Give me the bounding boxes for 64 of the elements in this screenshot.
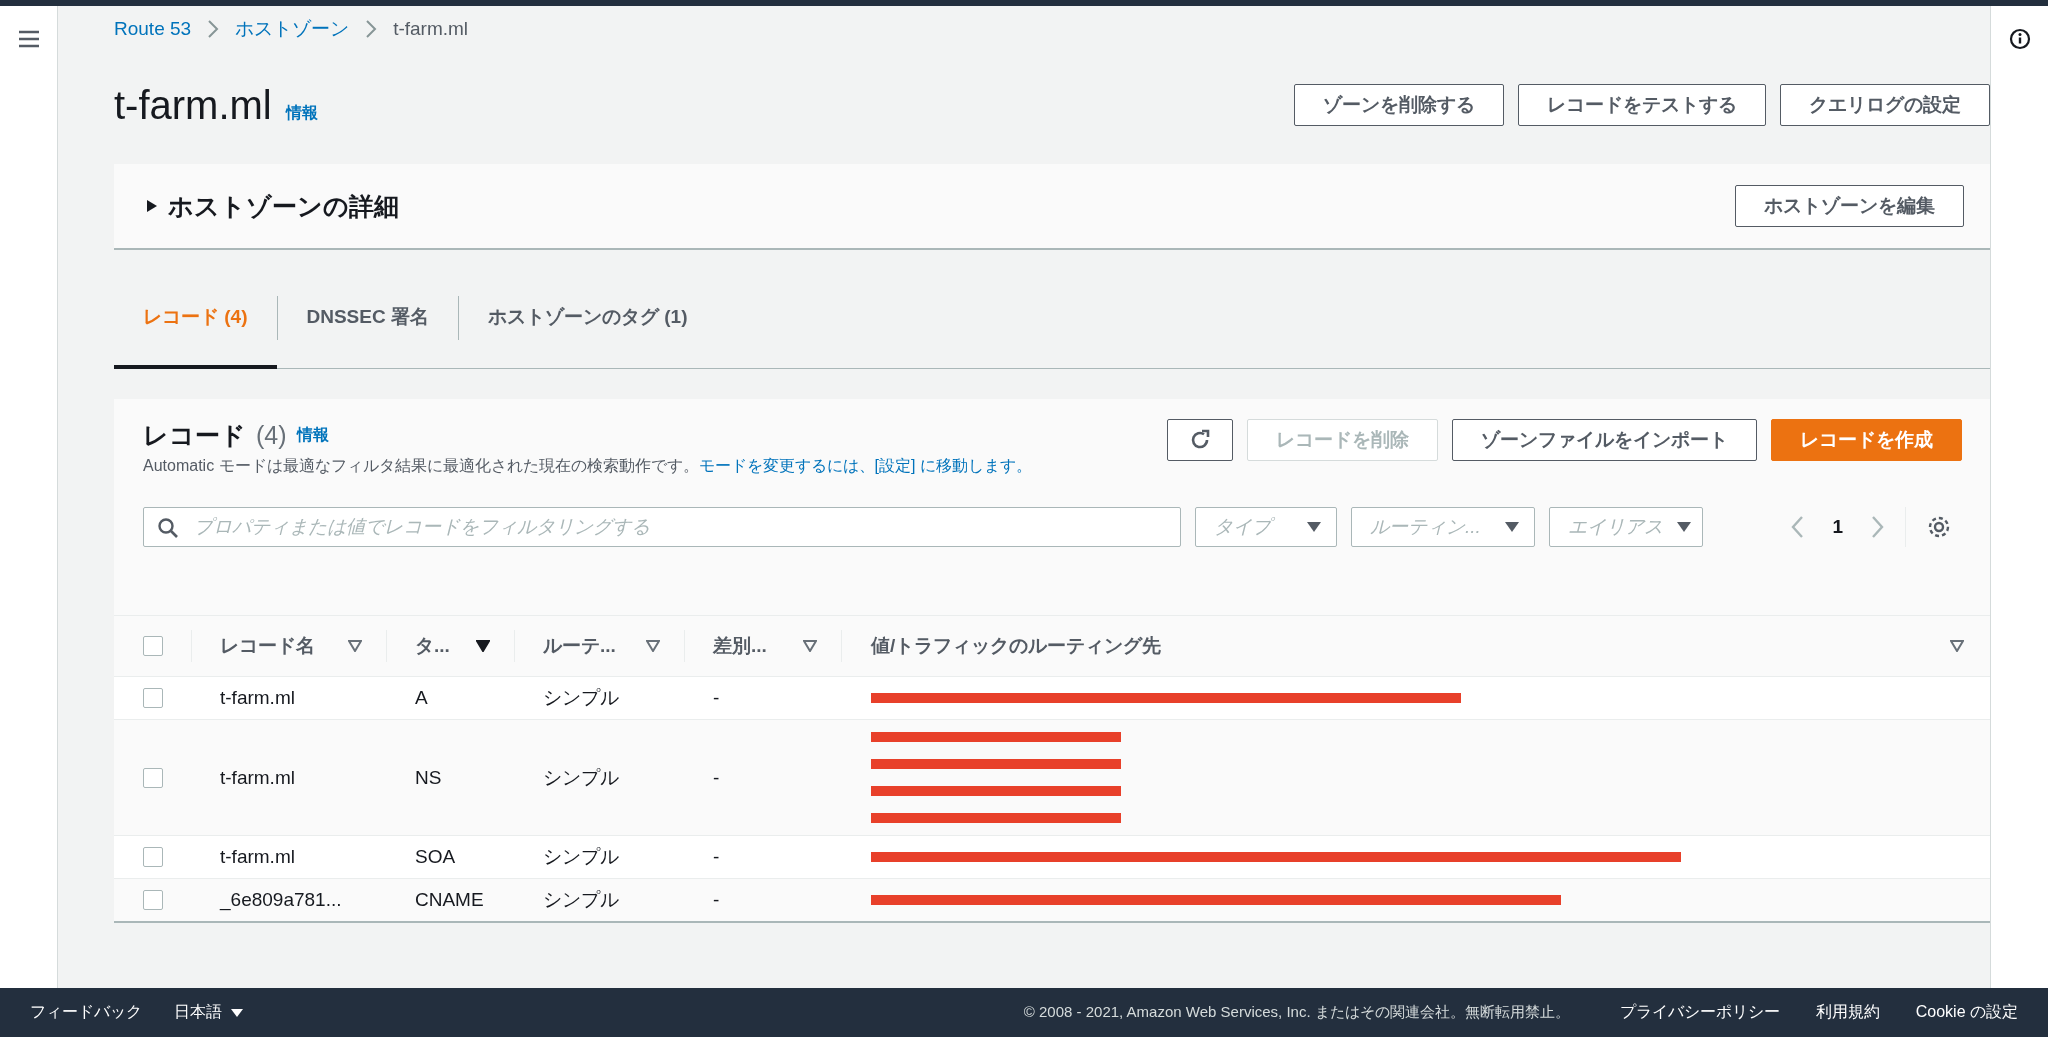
column-header[interactable]: 値/トラフィックのルーティング先	[871, 633, 1162, 659]
table-cell: -	[713, 846, 720, 868]
chevron-right-icon	[207, 19, 220, 39]
page-title: t-farm.ml	[114, 82, 272, 128]
column-header[interactable]: 差別...	[713, 633, 767, 659]
breadcrumb-item[interactable]: ホストゾーン	[235, 16, 350, 42]
table-cell-text: シンプル	[543, 686, 619, 710]
header-button[interactable]: ゾーンを削除する	[1294, 84, 1504, 126]
edit-zone-button[interactable]: ホストゾーンを編集	[1735, 185, 1964, 227]
description-text: Automatic モードは最適なフィルタ結果に最適化された現在の検索動作です。モードを変更するには、[設定] に移動します。	[143, 456, 1032, 476]
language-selector[interactable]: 日本語	[174, 1002, 244, 1023]
table-cell-text: シンプル	[543, 845, 619, 869]
action-button[interactable]: ゾーンファイルをインポート	[1452, 419, 1757, 461]
settings-link[interactable]: モードを変更するには、[設定] に移動します。	[698, 457, 1032, 474]
page-number[interactable]: 1	[1832, 516, 1843, 538]
table-cell: t-farm.ml	[220, 766, 295, 789]
table-cell-text: シンプル	[543, 888, 619, 912]
table-cell: CNAME	[415, 889, 484, 911]
chevron-right-icon	[365, 19, 378, 39]
records-title: レコード	[143, 420, 246, 451]
footer-link[interactable]: Cookie の設定	[1915, 1002, 2018, 1023]
table-cell: t-farm.ml	[220, 846, 295, 868]
search-field[interactable]: プロパティまたは値でレコードをフィルタリングする	[143, 507, 1181, 547]
table-cell-text: シンプル	[543, 765, 619, 790]
caret-right-icon[interactable]	[146, 199, 158, 213]
header-button[interactable]: クエリログの設定	[1780, 84, 1990, 126]
table-cell: _6e809a781...	[220, 889, 342, 911]
sort-icon[interactable]	[476, 640, 490, 652]
row-checkbox[interactable]	[143, 767, 163, 788]
caret-down-icon	[230, 1007, 244, 1018]
record-count: (4)	[256, 421, 287, 450]
column-header[interactable]: レコード名	[220, 633, 315, 659]
settings-icon[interactable]	[1926, 514, 1952, 540]
footer-link[interactable]: 利用規約	[1815, 1002, 1880, 1023]
feedback-link[interactable]: フィードバック	[30, 1002, 142, 1023]
column-header[interactable]: ルーテ...	[543, 633, 616, 659]
caret-down-icon	[1676, 521, 1692, 533]
caret-down-icon	[1306, 521, 1322, 533]
header-button[interactable]: レコードをテストする	[1518, 84, 1766, 126]
tab[interactable]: ホストゾーンのタグ (1)	[458, 268, 717, 369]
breadcrumb-item: t-farm.ml	[393, 18, 469, 40]
table-cell: A	[415, 687, 428, 709]
table-cell: t-farm.ml	[220, 687, 295, 709]
row-checkbox[interactable]	[143, 688, 163, 708]
details-title[interactable]: ホストゾーンの詳細	[168, 189, 399, 223]
info-icon[interactable]	[2008, 28, 2031, 50]
breadcrumb-item[interactable]: Route 53	[114, 18, 192, 40]
menu-icon[interactable]	[17, 30, 40, 48]
info-link[interactable]: 情報	[285, 103, 318, 124]
select-all-checkbox[interactable]	[143, 636, 163, 656]
column-header[interactable]: タ...	[415, 633, 450, 659]
info-link[interactable]: 情報	[296, 425, 329, 446]
table-cell: SOA	[415, 846, 456, 868]
caret-down-icon	[1504, 521, 1520, 533]
row-checkbox[interactable]	[143, 847, 163, 867]
table-cell: -	[713, 687, 720, 709]
table-cell: NS	[415, 766, 442, 789]
footer-link[interactable]: プライバシーポリシー	[1619, 1002, 1780, 1023]
row-checkbox[interactable]	[143, 890, 163, 910]
tab[interactable]: DNSSEC 署名	[277, 268, 458, 369]
refresh-button[interactable]	[1167, 419, 1233, 461]
table-cell: -	[713, 766, 720, 789]
copyright-text: © 2008 - 2021, Amazon Web Services, Inc. またはその関連会社。無断転用禁止。	[1023, 1003, 1570, 1022]
table-cell: -	[713, 889, 720, 911]
